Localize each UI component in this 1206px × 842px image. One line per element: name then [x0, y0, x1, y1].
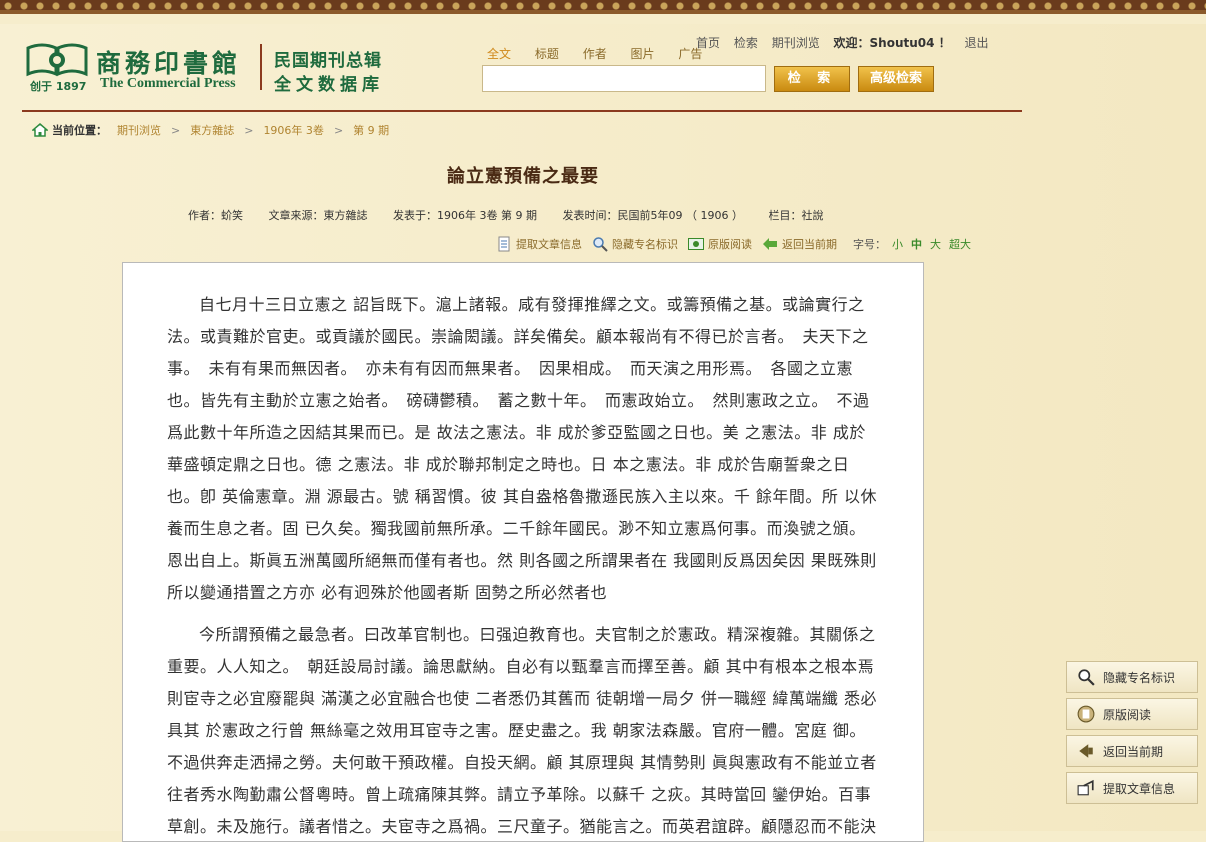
- font-size-small[interactable]: 小: [892, 236, 903, 252]
- side-back-issue-button[interactable]: 返回当前期: [1066, 735, 1198, 767]
- font-size-large[interactable]: 大: [930, 236, 941, 252]
- magnifier-icon: [1078, 669, 1095, 686]
- top-navigation: 首页 检索 期刊浏览 欢迎：Shoutu04 ！ 退出: [696, 34, 999, 51]
- breadcrumb-separator-icon: >: [244, 123, 254, 137]
- font-size-xlarge[interactable]: 超大: [949, 236, 971, 252]
- book-logo-icon: [26, 43, 88, 77]
- site-logo[interactable]: 创于 1897 商務印書館 The Commercial Press 民国期刊总…: [26, 42, 406, 95]
- side-hide-names-button[interactable]: 隐藏专名标识: [1066, 661, 1198, 693]
- logo-english-name: The Commercial Press: [100, 76, 236, 91]
- back-arrow-icon: [763, 238, 777, 250]
- article-paragraph: 今所謂預備之最急者。曰改革官制也。曰强迫教育也。夫官制之於憲政。精深複雜。其關係…: [167, 625, 878, 836]
- article-body: 自七月十三日立憲之 詔旨既下。滬上諸報。咸有發揮推繹之文。或籌預備之基。或論實行…: [122, 262, 924, 842]
- back-arrow-icon: [1079, 744, 1093, 758]
- header-divider: [22, 110, 1022, 112]
- meta-author: 作者：蚧笑: [188, 209, 243, 222]
- original-page-icon: [1077, 705, 1095, 723]
- database-name-line1: 民国期刊总辑: [274, 51, 382, 71]
- magnifier-icon: [593, 237, 608, 252]
- search-tab-fulltext[interactable]: 全文: [487, 47, 511, 61]
- meta-column: 栏目：社說: [768, 209, 824, 222]
- welcome-user: 欢迎：Shoutu04 ！: [833, 36, 951, 50]
- font-size-medium[interactable]: 中: [911, 236, 922, 252]
- search-tab-image[interactable]: 图片: [631, 47, 655, 61]
- logo-established: 创于 1897: [30, 80, 87, 93]
- breadcrumb-label: 当前位置：: [52, 124, 107, 137]
- breadcrumb: 当前位置： 期刊浏览 > 東方雜誌 > 1906年 3卷 > 第 9 期: [32, 122, 389, 138]
- breadcrumb-separator-icon: >: [333, 123, 344, 137]
- decorative-top-border: [0, 0, 1206, 24]
- original-reading-label: 原版阅读: [708, 238, 752, 251]
- breadcrumb-issue[interactable]: 第 9 期: [353, 122, 389, 138]
- search-tab-title[interactable]: 标题: [535, 47, 559, 61]
- side-back-issue-label: 返回当前期: [1103, 744, 1164, 759]
- article-paragraph: 自七月十三日立憲之 詔旨既下。滬上諸報。咸有發揮推繹之文。或籌預備之基。或論實行…: [167, 295, 878, 602]
- image-page-icon: [688, 238, 704, 250]
- document-icon: [498, 236, 510, 252]
- home-icon: [32, 123, 48, 137]
- extract-icon: [1077, 779, 1094, 796]
- original-reading-link[interactable]: 原版阅读: [688, 236, 752, 252]
- breadcrumb-browse[interactable]: 期刊浏览: [117, 122, 161, 138]
- logo-divider: [260, 44, 262, 90]
- nav-browse[interactable]: 期刊浏览: [772, 36, 820, 50]
- search-input[interactable]: [482, 65, 766, 92]
- meta-source: 文章来源：東方雜誌: [268, 209, 368, 222]
- breadcrumb-separator-icon: >: [171, 123, 181, 137]
- extract-info-link[interactable]: 提取文章信息: [496, 236, 582, 252]
- font-size-label: 字号：: [853, 238, 886, 251]
- side-extract-info-button[interactable]: 提取文章信息: [1066, 772, 1198, 804]
- hide-names-link[interactable]: 隐藏专名标识: [592, 236, 678, 252]
- article-toolbar: 提取文章信息 隐藏专名标识 原版阅读 返回当前期 字号： 小 中 大 超大: [496, 236, 979, 252]
- search-tab-author[interactable]: 作者: [583, 47, 607, 61]
- database-name-line2: 全文数据库: [274, 75, 384, 95]
- hide-names-label: 隐藏专名标识: [612, 238, 678, 251]
- back-issue-link[interactable]: 返回当前期: [762, 236, 837, 252]
- breadcrumb-journal[interactable]: 東方雜誌: [190, 122, 234, 138]
- search-type-tabs: 全文 标题 作者 图片 广告: [487, 45, 722, 62]
- back-issue-label: 返回当前期: [782, 238, 837, 251]
- advanced-search-button[interactable]: 高级检索: [858, 66, 934, 92]
- side-extract-info-label: 提取文章信息: [1103, 781, 1176, 796]
- article-meta: 作者：蚧笑 文章来源：東方雜誌 发表于：1906年 3卷 第 9 期 发表时间：…: [188, 207, 845, 223]
- side-original-reading-label: 原版阅读: [1103, 707, 1152, 722]
- meta-pub-time: 发表时间：民国前5年09 （ 1906 ）: [562, 209, 743, 222]
- side-original-reading-button[interactable]: 原版阅读: [1066, 698, 1198, 730]
- article-title: 論立憲預備之最要: [447, 166, 599, 187]
- logo-chinese-name: 商務印書館: [96, 49, 242, 78]
- meta-published-in: 发表于：1906年 3卷 第 9 期: [393, 209, 537, 222]
- extract-info-label: 提取文章信息: [516, 238, 582, 251]
- nav-home[interactable]: 首页: [696, 36, 720, 50]
- side-hide-names-label: 隐藏专名标识: [1103, 670, 1176, 685]
- nav-logout[interactable]: 退出: [965, 36, 989, 50]
- nav-search[interactable]: 检索: [734, 36, 758, 50]
- search-button[interactable]: 检 索: [774, 66, 850, 92]
- breadcrumb-volume[interactable]: 1906年 3卷: [263, 122, 324, 138]
